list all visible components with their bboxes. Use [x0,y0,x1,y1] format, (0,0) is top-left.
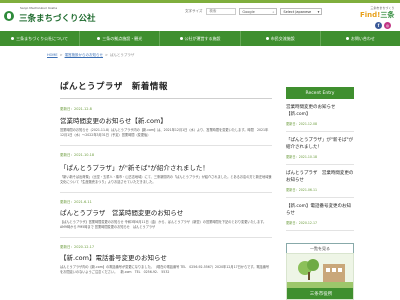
find-title: Find!三条 [360,11,395,19]
bullet-icon [11,37,15,40]
post-title-link[interactable]: 「ぱんとうプラザ」が"新そば"が紹介されました！ [60,162,272,172]
bullet-icon [97,37,101,40]
banner-label: 三条市役所 [287,288,353,299]
post-excerpt: 「新い新そば出荷祭」（比堂・五重人・椿市・山古志地域）にて、三条新聞内の「ぱんと… [60,175,272,184]
language-select-value: Select Japanese [283,9,312,14]
utility-bar: 文字サイズ 検索 Google ⌕ Select Japanese ▾ [185,8,323,15]
logo-mark-icon [4,10,14,21]
news-post: 更新日：2021.12.8 営業時間変更のお知らせ【新.com】 営業時間のお知… [60,107,272,146]
banner-image [287,254,353,290]
instagram-icon[interactable]: ◎ [384,22,391,29]
news-post: 更新日：2021.10.18 「ぱんとうプラザ」が"新そば"が紹介されました！ … [60,153,272,193]
site-header: Sanjo Machizukuri Kosha 三条まちづくり公社 文字サイズ … [0,3,400,31]
main-content: ぱんとうプラザ 新着情報 更新日：2021.12.8 営業時間変更のお知らせ【新… [60,80,272,275]
logo-subtitle: Sanjo Machizukuri Kosha [20,6,58,10]
breadcrumb-parent[interactable]: 運営施設からのお知らせ [65,53,103,57]
nav-item-about[interactable]: 三条まちづくり公社について [0,31,81,46]
post-title-link[interactable]: ぱんとうプラザ 営業時間変更のお知らせ [60,207,272,217]
recent-entry-title[interactable]: 「ぱんとうプラザ」が"新そば"が紹介されました！ [286,138,354,151]
recent-entry-date: 更新日：2021.12.08 [286,122,317,126]
recent-entry-item[interactable]: 【新.com】電話番号変更のお知らせ 更新日：2020.12.17 [286,198,354,231]
font-size-link[interactable]: 文字サイズ [185,9,202,14]
bullet-icon [179,37,183,40]
post-date: 更新日：2021.10.18 [60,153,95,157]
google-search[interactable]: Google ⌕ [239,8,278,15]
title-divider [60,98,272,99]
breadcrumb: HOME > 運営施設からのお知らせ > ぱんとうプラザ [47,53,135,57]
bullet-icon [345,37,349,40]
nav-item-exchange[interactable]: 市民交流施設 [241,31,321,46]
post-date: 更新日：2021.6.11 [60,200,92,204]
recent-entry-item[interactable]: 「ぱんとうプラザ」が"新そば"が紹介されました！ 更新日：2021.10.18 [286,132,354,165]
post-title-link[interactable]: 営業時間変更のお知らせ【新.com】 [60,115,272,125]
recent-entry-item[interactable]: 営業時間変更のお知らせ【新.com】 更新日：2021.12.08 [286,99,354,132]
nav-item-operated[interactable]: 公社が運営する施設 [160,31,241,46]
language-select[interactable]: Select Japanese ▾ [280,8,323,15]
google-label: Google [242,9,255,14]
breadcrumb-home[interactable]: HOME [47,53,58,57]
site-search-input[interactable]: 検索 [206,8,237,15]
social-links: f ◎ [373,22,391,29]
news-post: 更新日：2020.12.17 【新.com】電話番号変更のお知らせ ぱんとうプラ… [60,245,272,275]
facebook-icon[interactable]: f [375,22,382,29]
site-logo[interactable]: Sanjo Machizukuri Kosha 三条まちづくり公社 [4,6,96,24]
post-date: 更新日：2020.12.17 [60,245,95,249]
logo-title: 三条まちづくり公社 [19,14,96,24]
post-excerpt: 営業時間のお知らせ（2021.11.8）ぱんとうプラザ内の【新.com】は、20… [60,128,269,137]
chevron-down-icon: ▾ [317,9,320,14]
recent-entry-date: 更新日：2021.10.18 [286,155,317,159]
news-post: 更新日：2021.6.11 ぱんとうプラザ 営業時間変更のお知らせ 【ぱんとうプ… [60,200,272,238]
search-icon: ⌕ [272,9,275,14]
global-nav: 三条まちづくり公社について 三条の拠点施設・観光 公社が運営する施設 市民交流施… [0,31,400,46]
post-date: 更新日：2021.12.8 [60,107,92,111]
recent-entry-date: 更新日：2021.06.11 [286,188,317,192]
post-excerpt: ぱんとうプラザ内の【新.com】の電話番号が変更になりました。（現在の電話番号 … [60,265,270,274]
nav-item-contact[interactable]: お問い合わせ [321,31,400,46]
page-title: ぱんとうプラザ 新着情報 [60,82,168,92]
find-sanjo-link[interactable]: 三条市まちづくり Find!三条 [360,6,394,20]
recent-entry-title[interactable]: 【新.com】電話番号変更のお知らせ [286,204,354,217]
recent-entry-title[interactable]: ぱんとうプラザ 営業時間変更のお知らせ [286,171,354,184]
post-divider [60,192,272,193]
city-hall-banner[interactable]: 三条市役所 [286,253,354,300]
post-divider [60,237,272,238]
recent-entry-title[interactable]: 営業時間変更のお知らせ【新.com】 [286,105,354,118]
post-title-link[interactable]: 【新.com】電話番号変更のお知らせ [60,252,272,262]
post-excerpt: 【ぱんとうプラザ】営業時間変更のお知らせ 令和3年6月11日（金）から、ぱんとう… [60,220,267,229]
nav-item-facilities[interactable]: 三条の拠点施設・観光 [80,31,161,46]
bullet-icon [265,37,269,40]
recent-entry-item[interactable]: ぱんとうプラザ 営業時間変更のお知らせ 更新日：2021.06.11 [286,165,354,198]
sidebar-heading: Recent Entry [286,87,354,99]
recent-entry-date: 更新日：2020.12.17 [286,221,317,225]
post-divider [60,145,272,146]
breadcrumb-current: ぱんとうプラザ [109,53,135,57]
recent-entry-sidebar: Recent Entry 営業時間変更のお知らせ【新.com】 更新日：2021… [286,87,354,254]
city-building-illustration [287,254,353,290]
